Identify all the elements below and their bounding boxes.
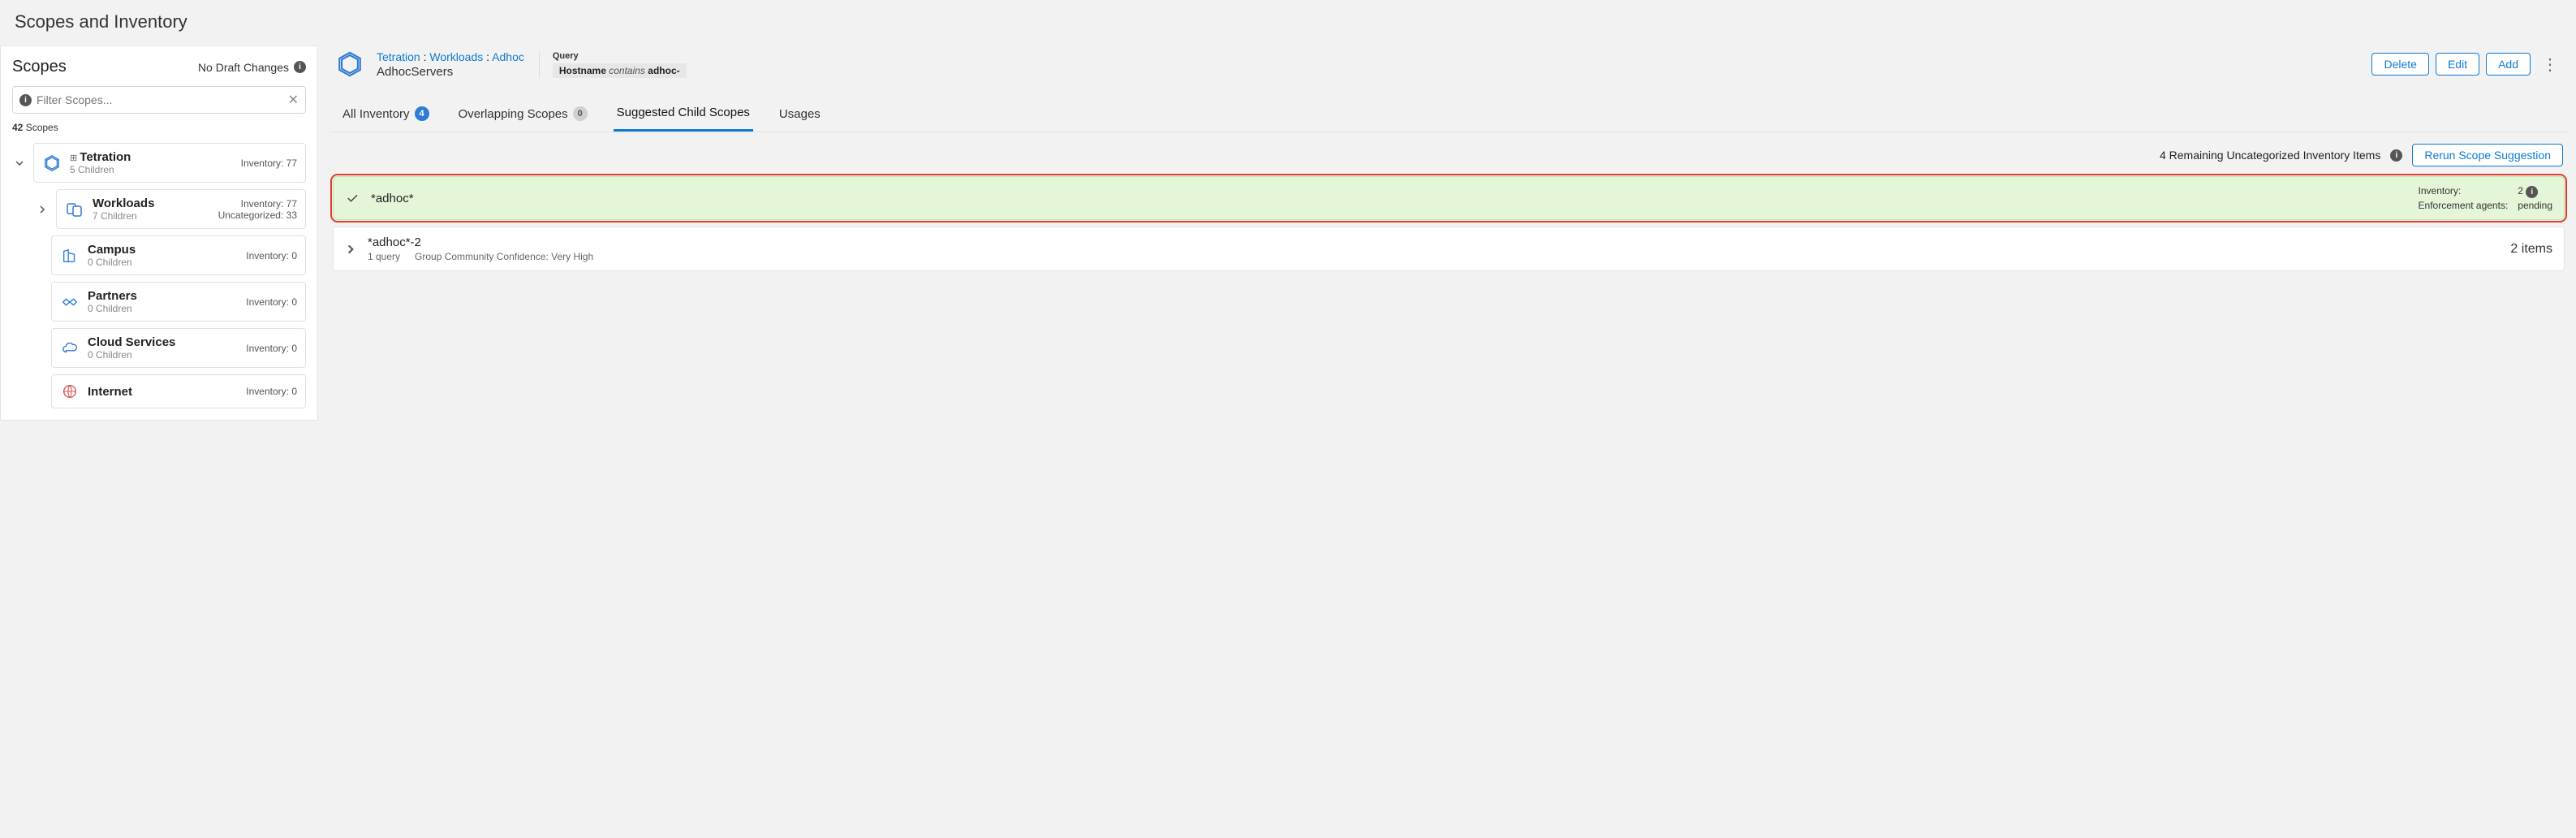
scope-name: AdhocServers — [377, 65, 524, 79]
chevron-right-icon[interactable] — [345, 244, 356, 255]
info-icon[interactable]: i — [294, 61, 306, 73]
header-actions: Delete Edit Add ⋮ — [2371, 53, 2563, 76]
breadcrumb-adhoc[interactable]: Adhoc — [492, 50, 524, 63]
node-title: Campus — [88, 243, 136, 257]
filter-scopes-field[interactable]: i ✕ — [12, 86, 306, 114]
tab-badge: 0 — [573, 106, 588, 121]
cube-icon — [334, 49, 365, 80]
query-field: Hostname — [559, 65, 606, 76]
card-confidence: Group Community Confidence: Very High — [415, 251, 593, 262]
chevron-right-icon[interactable] — [35, 205, 50, 214]
query-chip: Hostname contains adhoc- — [553, 63, 687, 78]
tab-badge: 4 — [415, 106, 429, 121]
clear-icon[interactable]: ✕ — [288, 92, 299, 108]
edit-button[interactable]: Edit — [2436, 53, 2479, 76]
node-inventory: Inventory: 0 — [246, 250, 297, 261]
card-items-count: 2 items — [2510, 242, 2552, 257]
tree-row-partners[interactable]: Partners 0 Children Inventory: 0 — [51, 282, 306, 322]
tab-all-inventory[interactable]: All Inventory 4 — [339, 97, 433, 132]
info-icon[interactable]: i — [2390, 149, 2402, 162]
tab-suggested-child-scopes[interactable]: Suggested Child Scopes — [614, 97, 753, 132]
page-title: Scopes and Inventory — [0, 0, 2576, 45]
detail-header: Tetration : Workloads : Adhoc AdhocServe… — [330, 45, 2568, 83]
scope-count-value: 42 — [12, 122, 23, 133]
tab-label: Overlapping Scopes — [459, 107, 568, 121]
query-block: Query Hostname contains adhoc- — [539, 51, 687, 78]
filter-scopes-input[interactable] — [37, 93, 283, 106]
main-area: Scopes No Draft Changes i i ✕ 42 Scopes — [0, 45, 2576, 421]
more-menu-icon[interactable]: ⋮ — [2537, 54, 2563, 75]
card-title: *adhoc* — [371, 192, 2407, 205]
node-title: Internet — [88, 385, 132, 399]
node-title: Cloud Services — [88, 335, 175, 349]
no-draft-label: No Draft Changes — [198, 61, 289, 74]
tree-row-workloads[interactable]: Workloads 7 Children Inventory: 77 Uncat… — [35, 189, 306, 229]
remaining-text: 4 Remaining Uncategorized Inventory Item… — [2160, 149, 2380, 162]
workloads-icon — [65, 200, 84, 219]
enforcement-label: Enforcement agents: — [2419, 200, 2509, 211]
breadcrumb-workloads[interactable]: Workloads — [429, 50, 483, 63]
query-label: Query — [553, 51, 687, 61]
info-icon[interactable]: i — [2526, 186, 2538, 198]
node-inventory: Inventory: 0 — [246, 386, 297, 397]
tabs: All Inventory 4 Overlapping Scopes 0 Sug… — [330, 97, 2568, 132]
enforcement-value: pending — [2518, 200, 2552, 211]
suggestion-card-selected[interactable]: *adhoc* Inventory: 2 i Enforcement agent… — [333, 176, 2565, 220]
detail-panel: Tetration : Workloads : Adhoc AdhocServe… — [318, 45, 2576, 421]
tab-overlapping-scopes[interactable]: Overlapping Scopes 0 — [455, 97, 591, 132]
card-query-count: 1 query — [368, 251, 400, 262]
scopes-panel-header: Scopes No Draft Changes i — [12, 58, 306, 76]
sub-bar: 4 Remaining Uncategorized Inventory Item… — [330, 132, 2568, 176]
check-icon — [345, 191, 360, 205]
breadcrumb-tetration[interactable]: Tetration — [377, 50, 420, 63]
tree-row-tetration[interactable]: ⊞ Tetration 5 Children Inventory: 77 — [12, 143, 306, 183]
node-inventory: Inventory: 77 — [218, 198, 297, 210]
delete-button[interactable]: Delete — [2371, 53, 2428, 76]
building-icon — [60, 246, 80, 266]
filter-icon: i — [19, 94, 32, 106]
node-uncategorized: Uncategorized: 33 — [218, 210, 297, 221]
rerun-scope-suggestion-button[interactable]: Rerun Scope Suggestion — [2412, 144, 2563, 166]
add-button[interactable]: Add — [2486, 53, 2531, 76]
node-children: 0 Children — [88, 303, 137, 314]
tab-label: Suggested Child Scopes — [617, 106, 750, 119]
globe-icon — [60, 382, 80, 401]
handshake-icon — [60, 292, 80, 312]
inventory-value: 2 i — [2518, 185, 2552, 198]
query-op: contains — [609, 65, 645, 76]
card-title: *adhoc*-2 — [368, 235, 2499, 249]
crumb-sep: : — [483, 50, 492, 63]
query-value: adhoc- — [648, 65, 679, 76]
tab-usages[interactable]: Usages — [776, 97, 824, 132]
tab-label: Usages — [779, 107, 821, 121]
inventory-label: Inventory: — [2419, 185, 2509, 198]
node-title: Workloads — [93, 197, 154, 210]
tree-row-campus[interactable]: Campus 0 Children Inventory: 0 — [51, 235, 306, 275]
suggestion-card[interactable]: *adhoc*-2 1 query Group Community Confid… — [333, 227, 2565, 271]
tree-row-cloud[interactable]: Cloud Services 0 Children Inventory: 0 — [51, 328, 306, 368]
node-children: 5 Children — [70, 164, 131, 175]
node-inventory: Inventory: 77 — [241, 158, 297, 169]
scopes-title: Scopes — [12, 58, 67, 76]
tab-label: All Inventory — [342, 107, 410, 121]
node-title: Partners — [88, 289, 137, 303]
tree-row-internet[interactable]: Internet Inventory: 0 — [51, 374, 306, 408]
scopes-panel: Scopes No Draft Changes i i ✕ 42 Scopes — [0, 45, 318, 421]
no-draft-changes: No Draft Changes i — [198, 61, 306, 74]
scope-tree: ⊞ Tetration 5 Children Inventory: 77 — [12, 143, 306, 408]
chevron-down-icon[interactable] — [12, 158, 27, 168]
node-title: Tetration — [80, 150, 131, 164]
node-children: 0 Children — [88, 349, 175, 361]
cloud-icon — [60, 339, 80, 358]
node-inventory: Inventory: 0 — [246, 343, 297, 354]
breadcrumb: Tetration : Workloads : Adhoc — [377, 50, 524, 63]
node-inventory: Inventory: 0 — [246, 296, 297, 308]
cube-icon — [42, 153, 62, 173]
suggestion-cards: *adhoc* Inventory: 2 i Enforcement agent… — [330, 176, 2568, 271]
scope-count-label: Scopes — [26, 122, 58, 133]
scope-count: 42 Scopes — [12, 122, 306, 133]
node-children: 0 Children — [88, 257, 136, 268]
crumb-sep: : — [420, 50, 430, 63]
node-children: 7 Children — [93, 210, 154, 222]
